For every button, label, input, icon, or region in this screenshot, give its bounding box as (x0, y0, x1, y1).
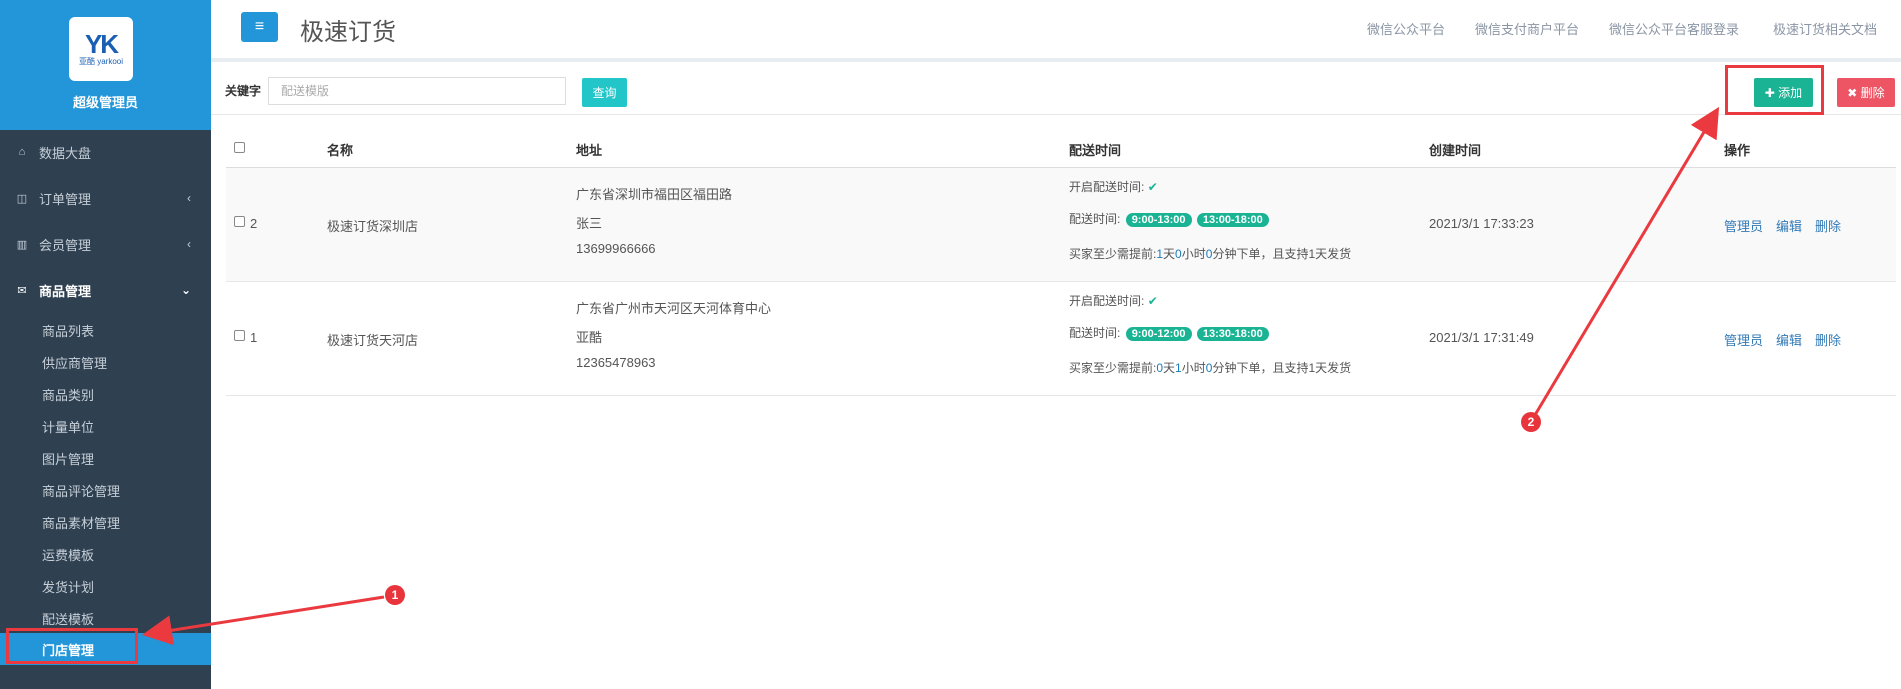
arrow-to-stores (142, 595, 385, 646)
annotation-badge-1: 1 (385, 585, 405, 605)
annotation-badge-2: 2 (1521, 412, 1541, 432)
annotation-arrows (142, 106, 1720, 646)
arrow-to-add (1533, 106, 1720, 416)
